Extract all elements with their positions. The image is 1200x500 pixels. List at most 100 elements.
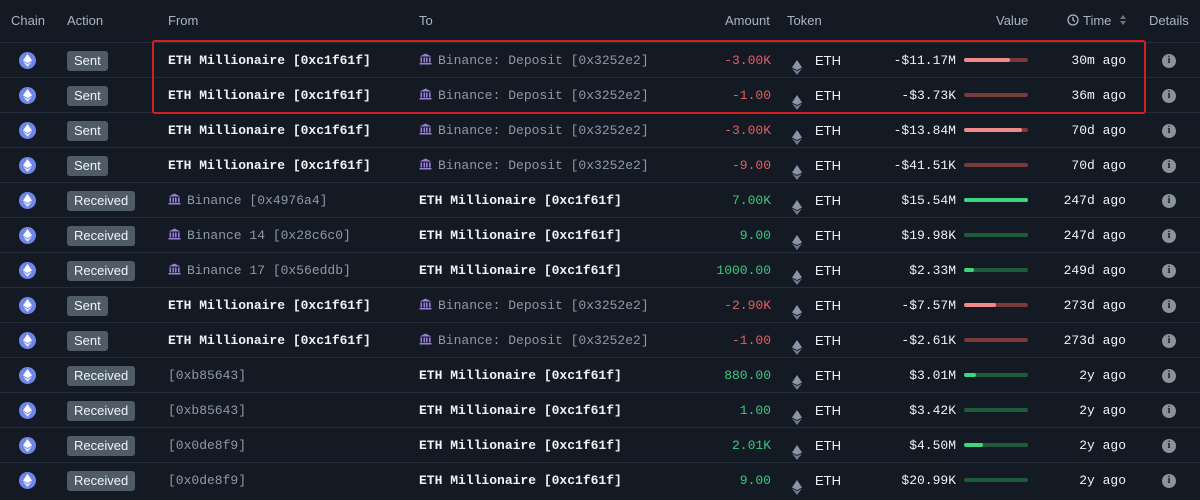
from-address[interactable]: Binance 14 [0x28c6c0]	[168, 218, 351, 253]
header-time[interactable]: Time	[1067, 13, 1127, 28]
to-address[interactable]: ETH Millionaire [0xc1f61f]	[419, 253, 622, 288]
to-address[interactable]: ETH Millionaire [0xc1f61f]	[419, 393, 622, 428]
token-symbol[interactable]: ETH	[815, 463, 841, 498]
from-address[interactable]: ETH Millionaire [0xc1f61f]	[168, 78, 371, 113]
from-address-label: ETH Millionaire [0xc1f61f]	[168, 53, 371, 68]
to-address[interactable]: ETH Millionaire [0xc1f61f]	[419, 183, 622, 218]
token-symbol[interactable]: ETH	[815, 43, 841, 78]
token-symbol[interactable]: ETH	[815, 428, 841, 463]
token-symbol[interactable]: ETH	[815, 253, 841, 288]
token-symbol[interactable]: ETH	[815, 78, 841, 113]
usd-value: -$7.57M	[901, 298, 956, 313]
table-row[interactable]: Received Binance 17 [0x56eddb] ETH Million…	[0, 252, 1200, 287]
info-icon[interactable]: i	[1162, 299, 1176, 313]
to-address[interactable]: Binance: Deposit [0x3252e2]	[419, 78, 649, 113]
info-icon[interactable]: i	[1162, 159, 1176, 173]
ethereum-chain-icon	[19, 437, 36, 454]
action-badge: Sent	[67, 156, 108, 176]
from-address[interactable]: ETH Millionaire [0xc1f61f]	[168, 43, 371, 78]
from-address[interactable]: [0xb85643]	[168, 393, 246, 428]
table-row[interactable]: Received Binance 14 [0x28c6c0] ETH Million…	[0, 217, 1200, 252]
from-address[interactable]: Binance [0x4976a4]	[168, 183, 327, 218]
usd-value: $19.98K	[901, 228, 956, 243]
to-address[interactable]: ETH Millionaire [0xc1f61f]	[419, 463, 622, 498]
from-address[interactable]: ETH Millionaire [0xc1f61f]	[168, 288, 371, 323]
info-icon[interactable]: i	[1162, 124, 1176, 138]
info-icon[interactable]: i	[1162, 54, 1176, 68]
to-address-label: Binance: Deposit [0x3252e2]	[438, 158, 649, 173]
time-ago: 70d ago	[1071, 123, 1126, 138]
info-icon[interactable]: i	[1162, 439, 1176, 453]
ethereum-chain-icon	[19, 332, 36, 349]
info-icon[interactable]: i	[1162, 404, 1176, 418]
table-row[interactable]: Sent ETH Millionaire [0xc1f61f] Binance: D…	[0, 287, 1200, 322]
to-address[interactable]: ETH Millionaire [0xc1f61f]	[419, 428, 622, 463]
to-address[interactable]: Binance: Deposit [0x3252e2]	[419, 43, 649, 78]
usd-value: -$13.84M	[893, 123, 956, 138]
token-symbol[interactable]: ETH	[815, 148, 841, 183]
to-address[interactable]: Binance: Deposit [0x3252e2]	[419, 113, 649, 148]
eth-token-icon	[792, 158, 802, 180]
bank-icon	[168, 228, 187, 243]
value-bar-fill	[964, 303, 996, 307]
token-symbol[interactable]: ETH	[815, 288, 841, 323]
table-row[interactable]: Sent ETH Millionaire [0xc1f61f] Binance: D…	[0, 112, 1200, 147]
usd-value: $15.54M	[901, 193, 956, 208]
from-address-label: Binance [0x4976a4]	[187, 193, 328, 208]
to-address-label: Binance: Deposit [0x3252e2]	[438, 298, 649, 313]
from-address[interactable]: Binance 17 [0x56eddb]	[168, 253, 351, 288]
to-address-label: ETH Millionaire [0xc1f61f]	[419, 228, 622, 243]
table-row[interactable]: Sent ETH Millionaire [0xc1f61f] Binance: D…	[0, 77, 1200, 112]
to-address[interactable]: ETH Millionaire [0xc1f61f]	[419, 358, 622, 393]
to-address[interactable]: Binance: Deposit [0x3252e2]	[419, 323, 649, 358]
value-bar	[964, 58, 1028, 62]
token-symbol[interactable]: ETH	[815, 218, 841, 253]
token-symbol[interactable]: ETH	[815, 323, 841, 358]
action-badge: Sent	[67, 331, 108, 351]
table-row[interactable]: Sent ETH Millionaire [0xc1f61f] Binance: D…	[0, 322, 1200, 357]
from-address[interactable]: [0xb85643]	[168, 358, 246, 393]
header-from: From	[168, 13, 199, 28]
amount: 7.00K	[731, 193, 771, 208]
value-bar-fill	[964, 443, 983, 447]
from-address[interactable]: ETH Millionaire [0xc1f61f]	[168, 148, 371, 183]
amount: -9.00	[731, 158, 771, 173]
info-icon[interactable]: i	[1162, 264, 1176, 278]
sort-arrows-icon[interactable]	[1119, 14, 1127, 26]
value-bar	[964, 93, 1028, 97]
to-address[interactable]: Binance: Deposit [0x3252e2]	[419, 148, 649, 183]
table-row[interactable]: Received Binance [0x4976a4] ETH Millionair…	[0, 182, 1200, 217]
token-symbol[interactable]: ETH	[815, 183, 841, 218]
table-row[interactable]: Received [0xb85643] ETH Millionaire [0xc1f…	[0, 357, 1200, 392]
to-address[interactable]: Binance: Deposit [0x3252e2]	[419, 288, 649, 323]
header-to: To	[419, 13, 433, 28]
info-icon[interactable]: i	[1162, 334, 1176, 348]
action-badge: Sent	[67, 51, 108, 71]
header-value[interactable]: Value	[996, 13, 1028, 28]
to-address[interactable]: ETH Millionaire [0xc1f61f]	[419, 218, 622, 253]
table-row[interactable]: Received [0xb85643] ETH Millionaire [0xc1f…	[0, 392, 1200, 427]
header-time-label: Time	[1083, 13, 1112, 28]
from-address[interactable]: ETH Millionaire [0xc1f61f]	[168, 113, 371, 148]
from-address[interactable]: [0x0de8f9]	[168, 428, 246, 463]
table-row[interactable]: Received [0x0de8f9] ETH Millionaire [0xc1f…	[0, 462, 1200, 497]
info-icon[interactable]: i	[1162, 89, 1176, 103]
table-row[interactable]: Sent ETH Millionaire [0xc1f61f] Binance: D…	[0, 42, 1200, 77]
bank-icon	[419, 88, 438, 103]
token-symbol[interactable]: ETH	[815, 358, 841, 393]
token-symbol[interactable]: ETH	[815, 113, 841, 148]
info-icon[interactable]: i	[1162, 369, 1176, 383]
eth-token-icon	[792, 263, 802, 285]
from-address[interactable]: [0x0de8f9]	[168, 463, 246, 498]
action-badge: Received	[67, 226, 136, 246]
table-row[interactable]: Sent ETH Millionaire [0xc1f61f] Binance: D…	[0, 147, 1200, 182]
info-icon[interactable]: i	[1162, 229, 1176, 243]
info-icon[interactable]: i	[1162, 194, 1176, 208]
header-amount[interactable]: Amount	[725, 13, 770, 28]
value-bar	[964, 408, 1028, 412]
info-icon[interactable]: i	[1162, 474, 1176, 488]
time-ago: 2y ago	[1079, 438, 1126, 453]
from-address[interactable]: ETH Millionaire [0xc1f61f]	[168, 323, 371, 358]
token-symbol[interactable]: ETH	[815, 393, 841, 428]
table-row[interactable]: Received [0x0de8f9] ETH Millionaire [0xc1f…	[0, 427, 1200, 462]
